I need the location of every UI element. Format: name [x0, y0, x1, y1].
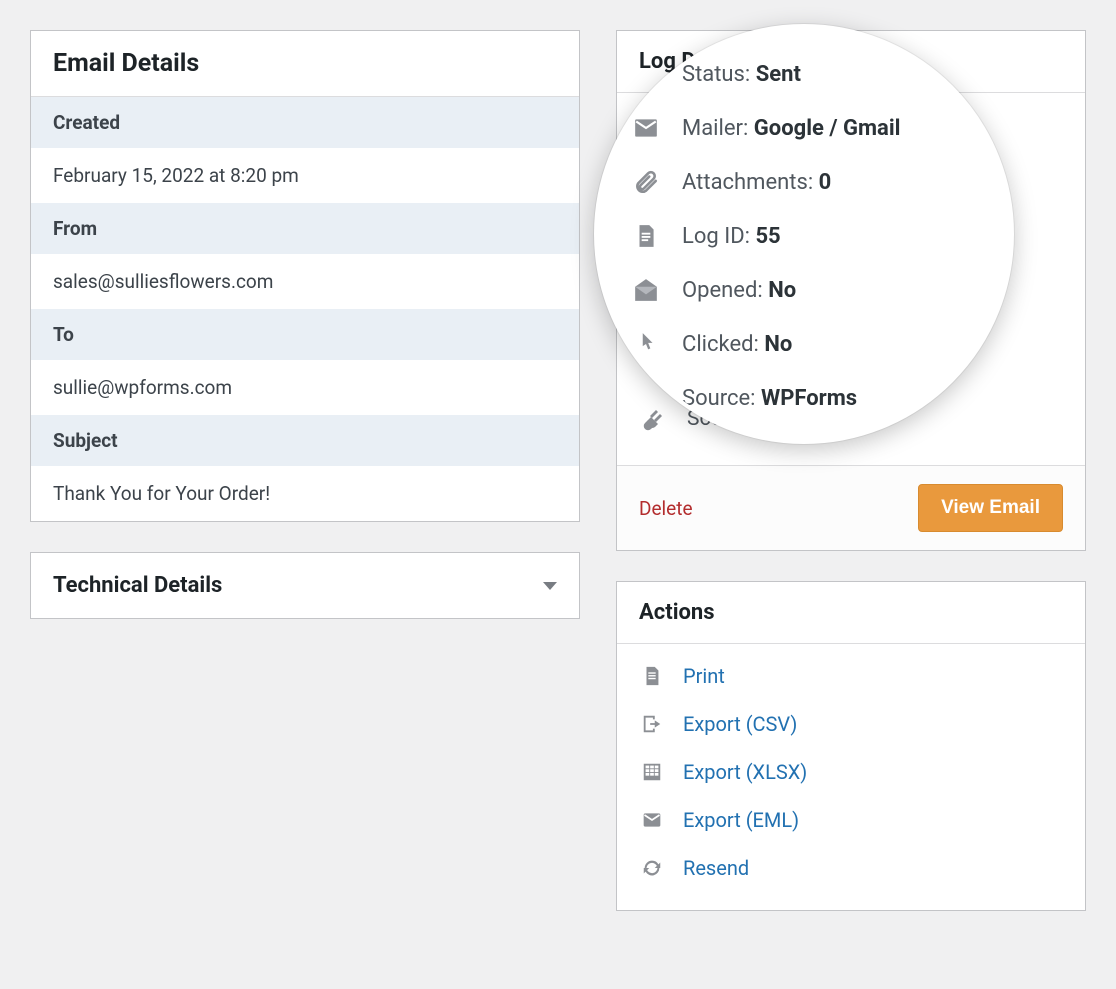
- delete-link[interactable]: Delete: [639, 497, 693, 520]
- log-details-title: Log Details: [639, 49, 1063, 74]
- refresh-icon: [639, 857, 665, 879]
- actions-panel: Actions Print Export (CSV): [616, 581, 1086, 911]
- plug-icon: [639, 407, 667, 431]
- action-resend[interactable]: Resend: [639, 844, 1063, 892]
- status-dot-icon: [639, 120, 667, 142]
- source-value: WPForms: [762, 407, 854, 431]
- log-clicked-row: Clicked: No: [639, 347, 1063, 395]
- action-export-csv-label: Export (CSV): [683, 712, 797, 736]
- action-export-csv[interactable]: Export (CSV): [639, 700, 1063, 748]
- log-details-header: Log Details: [617, 31, 1085, 93]
- actions-title: Actions: [639, 600, 1063, 625]
- email-details-title: Email Details: [53, 49, 557, 78]
- source-label: Source:: [687, 407, 757, 431]
- email-details-header: Email Details: [31, 31, 579, 97]
- mailer-label: Mailer:: [687, 167, 750, 191]
- log-details-body: Status: Sent Mailer: Google / Gmail Atta…: [617, 93, 1085, 465]
- from-value: sales@sulliesflowers.com: [31, 254, 579, 309]
- document-icon: [639, 264, 667, 286]
- action-print[interactable]: Print: [639, 652, 1063, 700]
- action-resend-label: Resend: [683, 856, 749, 880]
- opened-label: Opened:: [687, 311, 764, 335]
- technical-details-title: Technical Details: [53, 573, 222, 598]
- clicked-label: Clicked:: [687, 359, 760, 383]
- envelope-icon: [639, 167, 667, 191]
- open-envelope-icon: [639, 311, 667, 335]
- action-export-eml-label: Export (EML): [683, 808, 799, 832]
- clicked-value: No: [766, 359, 793, 383]
- to-value: sullie@wpforms.com: [31, 360, 579, 415]
- subject-value: Thank You for Your Order!: [31, 466, 579, 521]
- status-label: Status:: [687, 119, 752, 143]
- to-label: To: [31, 309, 579, 360]
- view-email-button[interactable]: View Email: [918, 484, 1063, 532]
- paperclip-icon: [639, 215, 667, 239]
- status-value: Sent: [757, 119, 800, 143]
- created-value: February 15, 2022 at 8:20 pm: [31, 148, 579, 203]
- from-label: From: [31, 203, 579, 254]
- log-id-value: 55: [757, 263, 781, 287]
- mail-icon: [639, 810, 665, 830]
- export-icon: [639, 713, 665, 735]
- log-status-row: Status: Sent: [639, 107, 1063, 155]
- caret-down-icon: [543, 582, 557, 590]
- email-details-panel: Email Details Created February 15, 2022 …: [30, 30, 580, 522]
- mailer-value: Google / Gmail: [756, 167, 896, 191]
- log-mailer-row: Mailer: Google / Gmail: [639, 155, 1063, 203]
- print-icon: [639, 665, 665, 687]
- action-export-xlsx-label: Export (XLSX): [683, 760, 807, 784]
- log-details-panel: Log Details Status: Sent Mailer: Google …: [616, 30, 1086, 551]
- action-print-label: Print: [683, 664, 725, 688]
- spreadsheet-icon: [639, 761, 665, 783]
- pointer-icon: [639, 359, 667, 383]
- opened-value: No: [769, 311, 796, 335]
- log-source-row: Source: WPForms: [639, 395, 1063, 443]
- log-opened-row: Opened: No: [639, 299, 1063, 347]
- log-id-row: Log ID: 55: [639, 251, 1063, 299]
- log-id-label: Log ID:: [687, 263, 752, 287]
- subject-label: Subject: [31, 415, 579, 466]
- actions-header: Actions: [617, 582, 1085, 644]
- technical-details-toggle[interactable]: Technical Details: [30, 552, 580, 619]
- attachments-value: 0: [817, 215, 829, 239]
- action-export-xlsx[interactable]: Export (XLSX): [639, 748, 1063, 796]
- attachments-label: Attachments:: [687, 215, 812, 239]
- action-export-eml[interactable]: Export (EML): [639, 796, 1063, 844]
- log-details-footer: Delete View Email: [617, 465, 1085, 550]
- created-label: Created: [31, 97, 579, 148]
- log-attachments-row: Attachments: 0: [639, 203, 1063, 251]
- actions-body: Print Export (CSV) Export (XLSX): [617, 644, 1085, 910]
